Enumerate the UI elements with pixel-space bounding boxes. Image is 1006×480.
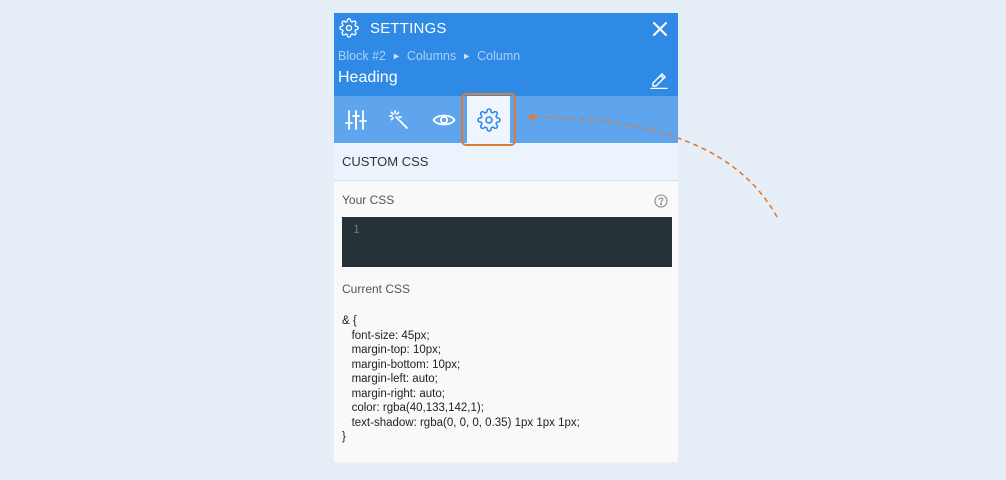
css-code-line: }: [342, 431, 346, 443]
current-css-label: Current CSS: [342, 282, 411, 296]
css-code-line: font-size: 45px;: [342, 329, 430, 342]
breadcrumb-separator-icon: ►: [391, 51, 401, 61]
edit-pencil-icon[interactable]: [650, 69, 668, 89]
panel-title: SETTINGS: [370, 20, 447, 37]
tab-design[interactable]: [336, 96, 376, 143]
breadcrumb-item-columns[interactable]: Columns: [407, 49, 456, 63]
help-icon[interactable]: [654, 194, 668, 208]
gear-icon: [476, 107, 501, 132]
css-code-line: margin-left: auto;: [342, 373, 438, 385]
tab-advanced[interactable]: [467, 96, 510, 143]
breadcrumb-item-column[interactable]: Column: [477, 49, 520, 63]
breadcrumb-item-block[interactable]: Block #2: [338, 49, 386, 63]
tab-visibility[interactable]: [424, 96, 464, 143]
close-icon[interactable]: [650, 19, 670, 39]
css-code-line: margin-bottom: 10px;: [342, 358, 461, 371]
your-css-row: Your CSS: [334, 181, 678, 217]
current-css-code: & { font-size: 45px; margin-top: 10px; m…: [342, 314, 670, 445]
element-heading: Heading: [338, 69, 398, 86]
breadcrumb: Block #2 ► Columns ► Column: [338, 49, 520, 63]
eye-icon: [432, 114, 456, 125]
css-code-line: color: rgba(40,133,142,1);: [342, 402, 484, 414]
breadcrumb-separator-icon: ►: [462, 51, 472, 61]
panel-header: SETTINGS Block #2 ► Columns ► Column Hea…: [334, 13, 678, 96]
css-code-editor[interactable]: 1: [342, 217, 672, 267]
css-code-line: & {: [342, 315, 357, 327]
section-title: CUSTOM CSS: [342, 154, 429, 169]
css-code-line: text-shadow: rgba(0, 0, 0, 0.35) 1px 1px…: [342, 416, 580, 429]
editor-line-number: 1: [353, 223, 360, 236]
your-css-label: Your CSS: [342, 193, 395, 207]
sliders-icon: [345, 109, 367, 130]
tab-effects[interactable]: [379, 96, 419, 143]
tab-bar: [334, 96, 678, 143]
gear-icon: [339, 18, 359, 38]
section-header: CUSTOM CSS: [334, 143, 678, 181]
css-code-line: margin-top: 10px;: [342, 344, 442, 356]
magic-wand-icon: [389, 109, 408, 129]
css-code-line: margin-right: auto;: [342, 387, 445, 400]
settings-panel: SETTINGS Block #2 ► Columns ► Column Hea…: [334, 13, 678, 462]
